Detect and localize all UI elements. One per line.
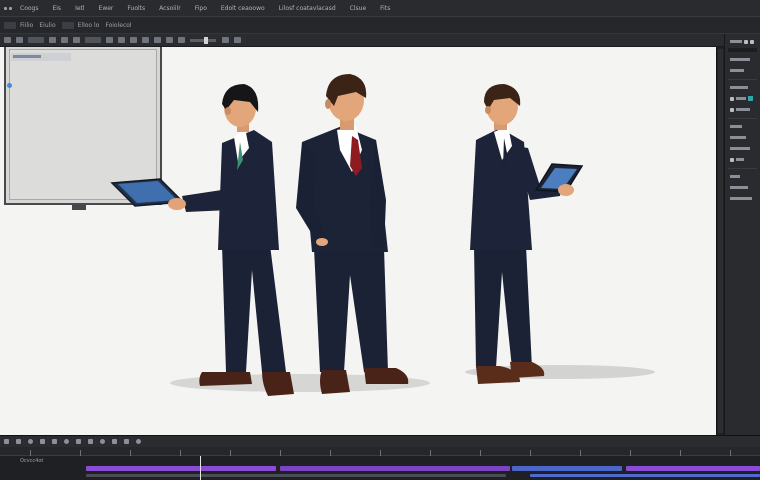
grid-icon[interactable] bbox=[124, 439, 129, 444]
crop-tool-icon[interactable] bbox=[49, 37, 56, 43]
timeline-clip-gray[interactable] bbox=[86, 474, 506, 477]
menu-item-6[interactable]: Fipo bbox=[195, 5, 207, 12]
text-tool-icon[interactable] bbox=[106, 37, 113, 43]
timeline-panel[interactable]: Ocvcc4ot bbox=[0, 447, 760, 480]
panel-row-10[interactable] bbox=[730, 173, 757, 180]
menu-bar: Coogs Eis Ietl Ewer Fuolts Acsoiilr Fipo… bbox=[0, 0, 760, 17]
panel-row-11[interactable] bbox=[730, 184, 757, 191]
rotate-tool-icon[interactable] bbox=[154, 37, 161, 43]
panel-row-3[interactable] bbox=[730, 84, 757, 91]
toolbar-item-2[interactable]: Elloo lo bbox=[78, 22, 100, 29]
panel-row-12[interactable] bbox=[730, 195, 757, 202]
timeline-clip-purple-2[interactable] bbox=[280, 466, 510, 471]
menu-item-4[interactable]: Fuolts bbox=[127, 5, 145, 12]
info-icon[interactable] bbox=[136, 439, 141, 444]
panel-divider bbox=[728, 48, 757, 52]
fill-tool-icon[interactable] bbox=[178, 37, 185, 43]
settings-icon[interactable] bbox=[222, 37, 229, 43]
scrollbar-thumb[interactable] bbox=[718, 49, 723, 433]
audio-icon[interactable] bbox=[100, 439, 105, 444]
scene-men-with-tablets-illustration bbox=[110, 74, 655, 396]
panel-row-4[interactable] bbox=[730, 95, 757, 102]
panel-row-9[interactable] bbox=[730, 156, 757, 163]
panel-row-6[interactable] bbox=[730, 123, 757, 130]
timeline-track-label: Ocvcc4ot bbox=[20, 458, 44, 464]
man-center-figure bbox=[296, 74, 409, 394]
step-forward-icon[interactable] bbox=[40, 439, 45, 444]
panel-separator bbox=[728, 168, 757, 169]
eraser-tool-icon[interactable] bbox=[73, 37, 80, 43]
cut-icon[interactable] bbox=[76, 439, 81, 444]
shape-tool-icon[interactable] bbox=[118, 37, 125, 43]
panel-row-1[interactable] bbox=[730, 56, 757, 63]
menu-item-10[interactable]: Fits bbox=[380, 5, 390, 12]
loop-icon[interactable] bbox=[52, 439, 57, 444]
record-icon[interactable] bbox=[64, 439, 69, 444]
timeline-playhead[interactable] bbox=[200, 456, 201, 480]
opacity-slider[interactable] bbox=[190, 36, 216, 44]
brush-tool-icon[interactable] bbox=[61, 37, 68, 43]
canvas-vertical-scrollbar[interactable] bbox=[716, 47, 724, 435]
snap-icon[interactable] bbox=[112, 439, 117, 444]
panel-row-2[interactable] bbox=[730, 67, 757, 74]
document-canvas[interactable] bbox=[0, 47, 716, 435]
secondary-toolbar: Fiilio Eiulio Elloo lo Foiolecol bbox=[0, 17, 760, 34]
options-bar bbox=[0, 34, 760, 47]
toolbar-item-3[interactable]: Foiolecol bbox=[105, 22, 131, 29]
menu-item-9[interactable]: Clsue bbox=[350, 5, 366, 12]
panel-row-5[interactable] bbox=[730, 106, 757, 113]
menu-item-3[interactable]: Ewer bbox=[99, 5, 114, 12]
toolbar-swatch-icon[interactable] bbox=[61, 21, 74, 29]
toolbar-toggle-icon[interactable] bbox=[4, 21, 16, 29]
zoom-tool-icon[interactable] bbox=[130, 37, 137, 43]
hand-tool-icon[interactable] bbox=[142, 37, 149, 43]
panel-row-0[interactable] bbox=[730, 38, 757, 45]
timeline-clip-gray-2[interactable] bbox=[530, 474, 760, 477]
layer-icon[interactable] bbox=[234, 37, 241, 43]
timeline-clip-purple-3[interactable] bbox=[626, 466, 760, 471]
panel-separator bbox=[728, 118, 757, 119]
panel-row-7[interactable] bbox=[730, 134, 757, 141]
toolbar-item-0[interactable]: Fiilio bbox=[20, 22, 33, 29]
toolbar-item-1[interactable]: Eiulio bbox=[39, 22, 55, 29]
menu-item-0[interactable]: Coogs bbox=[20, 5, 38, 12]
menu-item-2[interactable]: Ietl bbox=[75, 5, 84, 12]
mode-dropdown[interactable] bbox=[28, 37, 44, 43]
blend-dropdown[interactable] bbox=[85, 37, 101, 43]
bottom-toolbar bbox=[0, 435, 760, 447]
select-tool-icon[interactable] bbox=[16, 37, 23, 43]
pen-tool-icon[interactable] bbox=[166, 37, 173, 43]
panel-row-8[interactable] bbox=[730, 145, 757, 152]
menu-item-5[interactable]: Acsoiilr bbox=[159, 5, 181, 12]
timeline-ruler[interactable] bbox=[0, 447, 760, 456]
slider-handle[interactable] bbox=[204, 36, 208, 44]
marker-icon[interactable] bbox=[88, 439, 93, 444]
menu-item-1[interactable]: Eis bbox=[52, 5, 61, 12]
step-back-icon[interactable] bbox=[16, 439, 21, 444]
play-icon[interactable] bbox=[28, 439, 33, 444]
man-left-figure bbox=[110, 84, 294, 396]
move-tool-icon[interactable] bbox=[4, 37, 11, 43]
panel-teal-icon[interactable] bbox=[748, 96, 753, 101]
timeline-clip-purple[interactable] bbox=[86, 466, 276, 471]
menu-item-8[interactable]: Lilosf coatavlacasd bbox=[279, 5, 336, 12]
menu-item-7[interactable]: Edolt ceaoowo bbox=[221, 5, 265, 12]
man-right-figure bbox=[470, 84, 584, 384]
panel-separator bbox=[728, 79, 757, 80]
right-properties-panel bbox=[724, 34, 760, 446]
timeline-clip-blue[interactable] bbox=[512, 466, 622, 471]
app-menu-icon[interactable] bbox=[4, 6, 12, 10]
rewind-icon[interactable] bbox=[4, 439, 9, 444]
